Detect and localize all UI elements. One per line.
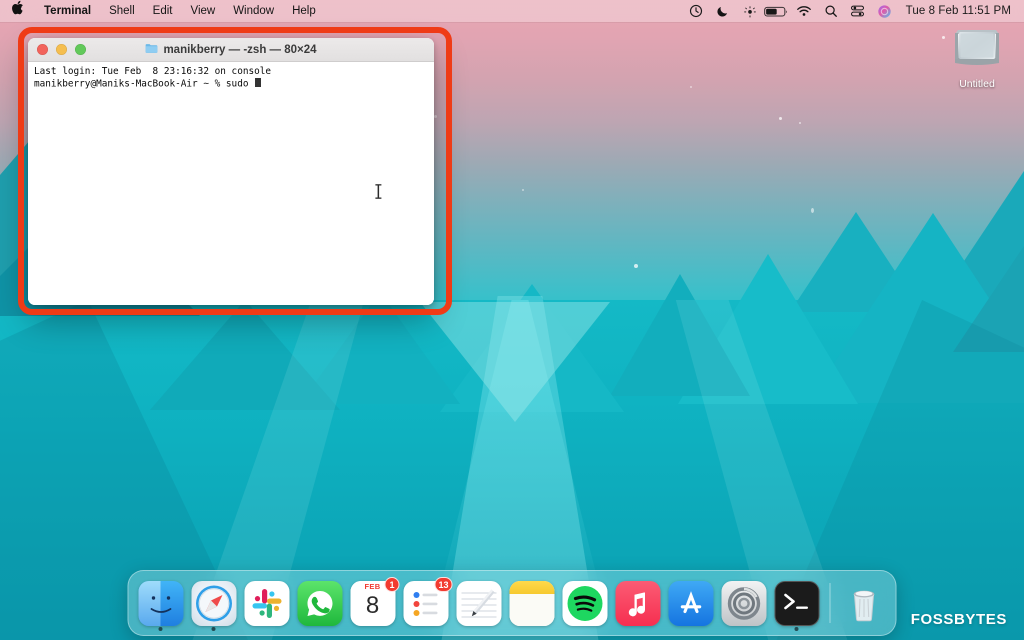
dock-item-calendar[interactable]: FEB 8 1 bbox=[350, 580, 396, 626]
apple-logo-icon[interactable] bbox=[7, 0, 35, 22]
minimize-button[interactable] bbox=[56, 44, 67, 55]
terminal-title-bar[interactable]: manikberry — -zsh — 80×24 bbox=[28, 38, 434, 62]
slack-icon bbox=[244, 581, 289, 626]
hard-drive-icon bbox=[949, 24, 1005, 75]
keyboard-brightness-icon[interactable] bbox=[737, 0, 763, 22]
dock-item-safari[interactable] bbox=[191, 580, 237, 626]
maximize-button[interactable] bbox=[75, 44, 86, 55]
menu-item-window[interactable]: Window bbox=[224, 0, 283, 22]
watermark: FOSSBYTES bbox=[911, 611, 1007, 628]
menu-bar-left: Terminal Shell Edit View Window Help bbox=[0, 0, 325, 22]
terminal-line-2: manikberry@Maniks-MacBook-Air ~ % sudo bbox=[34, 78, 254, 89]
running-indicator bbox=[212, 627, 216, 631]
dock-item-trash[interactable] bbox=[841, 580, 887, 626]
desktop-icon-untitled-drive[interactable]: Untitled bbox=[947, 24, 1007, 90]
dock-item-system-settings[interactable] bbox=[721, 580, 767, 626]
mouse-cursor-i-beam bbox=[374, 183, 383, 205]
dock-item-finder[interactable] bbox=[138, 580, 184, 626]
screen-time-icon[interactable] bbox=[683, 0, 709, 22]
spotify-icon bbox=[562, 581, 607, 626]
terminal-window[interactable]: manikberry — -zsh — 80×24 Last login: Tu… bbox=[28, 38, 434, 305]
stickies-icon bbox=[509, 581, 554, 626]
window-controls bbox=[28, 44, 86, 55]
menu-item-shell[interactable]: Shell bbox=[100, 0, 144, 22]
menu-bar: Terminal Shell Edit View Window Help bbox=[0, 0, 1024, 22]
folder-icon bbox=[145, 43, 158, 57]
running-indicator bbox=[795, 627, 799, 631]
terminal-title-group: manikberry — -zsh — 80×24 bbox=[28, 38, 434, 61]
dock-item-spotify[interactable] bbox=[562, 580, 608, 626]
search-icon[interactable] bbox=[818, 0, 844, 22]
app-store-icon bbox=[668, 581, 713, 626]
menu-item-help[interactable]: Help bbox=[283, 0, 325, 22]
trash-icon bbox=[841, 581, 886, 626]
calendar-day: 8 bbox=[350, 590, 395, 626]
desktop-screen: Terminal Shell Edit View Window Help bbox=[0, 0, 1024, 640]
wifi-icon[interactable] bbox=[791, 0, 817, 22]
terminal-app-icon bbox=[774, 581, 819, 626]
menu-item-terminal[interactable]: Terminal bbox=[35, 0, 100, 22]
running-indicator bbox=[159, 627, 163, 631]
calendar-badge: 1 bbox=[385, 577, 400, 592]
menu-item-edit[interactable]: Edit bbox=[144, 0, 182, 22]
dock-item-reminders[interactable]: 13 bbox=[403, 580, 449, 626]
close-button[interactable] bbox=[37, 44, 48, 55]
whatsapp-icon bbox=[297, 581, 342, 626]
dock-item-terminal[interactable] bbox=[774, 580, 820, 626]
dock-item-whatsapp[interactable] bbox=[297, 580, 343, 626]
safari-icon bbox=[191, 581, 236, 626]
dock-item-music[interactable] bbox=[615, 580, 661, 626]
terminal-cursor bbox=[255, 78, 261, 88]
menu-bar-status-area: Tue 8 Feb 11:51 PM bbox=[683, 0, 1024, 22]
system-settings-gear-icon bbox=[721, 581, 766, 626]
dock[interactable]: FEB 8 1 13 bbox=[128, 570, 897, 636]
dock-item-slack[interactable] bbox=[244, 580, 290, 626]
music-icon bbox=[615, 581, 660, 626]
dock-item-stickies[interactable] bbox=[509, 580, 555, 626]
desktop-icon-label: Untitled bbox=[956, 78, 998, 90]
notes-icon bbox=[456, 581, 501, 626]
dock-item-app-store[interactable] bbox=[668, 580, 714, 626]
battery-icon[interactable] bbox=[764, 0, 790, 22]
siri-icon[interactable] bbox=[872, 0, 898, 22]
terminal-line-1: Last login: Tue Feb 8 23:16:32 on consol… bbox=[34, 66, 271, 77]
do-not-disturb-moon-icon[interactable] bbox=[710, 0, 736, 22]
reminders-badge: 13 bbox=[434, 577, 452, 592]
control-center-icon[interactable] bbox=[845, 0, 871, 22]
terminal-title-text: manikberry — -zsh — 80×24 bbox=[163, 44, 316, 56]
finder-icon bbox=[138, 581, 183, 626]
dock-item-notes[interactable] bbox=[456, 580, 502, 626]
dock-divider bbox=[830, 583, 831, 623]
menu-bar-clock[interactable]: Tue 8 Feb 11:51 PM bbox=[899, 5, 1015, 17]
menu-item-view[interactable]: View bbox=[181, 0, 224, 22]
